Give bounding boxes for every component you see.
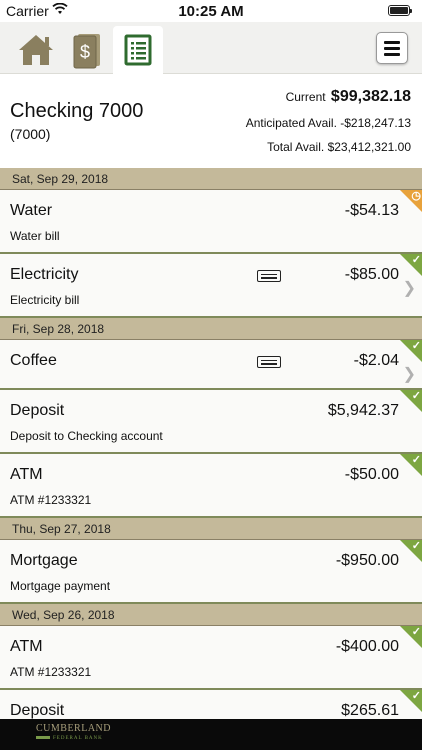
tab-home[interactable] — [13, 26, 59, 74]
transaction-amount: -$50.00 — [344, 466, 399, 483]
total-balance: Total Avail. $23,412,321.00 — [267, 140, 411, 154]
transaction-memo: Water bill — [10, 229, 60, 243]
checkmark-icon: ✓ — [411, 254, 421, 266]
transaction-name: Electricity — [10, 266, 79, 283]
transaction-memo: Electricity bill — [10, 293, 80, 307]
transaction-row[interactable]: Water Water bill -$54.13 ◷ — [0, 190, 422, 254]
date-header: Wed, Sep 26, 2018 — [0, 604, 422, 626]
clock: 10:25 AM — [178, 3, 244, 20]
account-summary: Checking 7000 (7000) Current $99,382.18 … — [0, 74, 422, 168]
transaction-row[interactable]: Coffee -$2.04 ❯ ✓ — [0, 340, 422, 390]
transaction-name: Deposit — [10, 402, 65, 419]
transaction-memo: Mortgage payment — [10, 579, 111, 593]
transaction-name: Coffee — [10, 352, 57, 369]
clock-icon: ◷ — [411, 190, 421, 202]
transaction-memo: ATM #1233321 — [10, 665, 92, 679]
checkmark-icon: ✓ — [411, 540, 421, 552]
transaction-row[interactable]: ATM ATM #1233321 -$50.00 ✓ — [0, 454, 422, 518]
svg-text:$: $ — [80, 42, 90, 62]
tab-ledger[interactable] — [113, 26, 163, 74]
transaction-row[interactable]: ATM ATM #1233321 -$400.00 ✓ — [0, 626, 422, 690]
transaction-list[interactable]: Sat, Sep 29, 2018 Water Water bill -$54.… — [0, 168, 422, 719]
transaction-amount: $5,942.37 — [327, 402, 399, 419]
current-balance-value: $99,382.18 — [330, 88, 411, 105]
anticipated-balance: Anticipated Avail. -$218,247.13 — [246, 116, 411, 130]
menu-button[interactable] — [376, 32, 408, 64]
checkmark-icon: ✓ — [411, 454, 421, 466]
transaction-row[interactable]: Electricity Electricity bill -$85.00 ❯ ✓ — [0, 254, 422, 318]
checkmark-icon: ✓ — [411, 390, 421, 402]
total-balance-value: $23,412,321.00 — [327, 140, 411, 154]
transaction-name: ATM — [10, 638, 43, 655]
transaction-name: Mortgage — [10, 552, 78, 569]
receipt-icon[interactable] — [257, 270, 281, 282]
anticipated-balance-label: Anticipated Avail. — [245, 116, 337, 130]
hamburger-menu-icon — [384, 40, 400, 44]
transaction-amount: -$950.00 — [335, 552, 399, 569]
transaction-amount: -$54.13 — [344, 202, 399, 219]
account-ledger-icon — [124, 34, 152, 66]
home-icon — [19, 35, 53, 65]
date-header: Thu, Sep 27, 2018 — [0, 518, 422, 540]
battery-icon — [388, 5, 412, 16]
transaction-row[interactable]: Mortgage Mortgage payment -$950.00 ✓ — [0, 540, 422, 604]
current-balance: Current $99,382.18 — [286, 88, 411, 106]
account-number: (7000) — [10, 126, 51, 142]
bank-footer: CUMBERLAND FEDERAL BANK — [0, 719, 422, 750]
transaction-name: ATM — [10, 466, 43, 483]
anticipated-balance-value: -$218,247.13 — [340, 116, 411, 130]
total-balance-label: Total Avail. — [267, 140, 325, 154]
bank-logo: CUMBERLAND FEDERAL BANK — [36, 723, 112, 741]
transaction-name: Deposit — [10, 702, 65, 719]
transaction-row[interactable]: Deposit Deposit to Checking account $5,9… — [0, 390, 422, 454]
transaction-amount: -$2.04 — [353, 352, 399, 369]
transaction-row[interactable]: Deposit $265.61 ✓ — [0, 690, 422, 719]
account-title: Checking 7000 — [10, 100, 144, 122]
transaction-name: Water — [10, 202, 53, 219]
checkmark-icon: ✓ — [411, 690, 421, 702]
checkmark-icon: ✓ — [411, 340, 421, 352]
date-header: Fri, Sep 28, 2018 — [0, 318, 422, 340]
transaction-memo: Deposit to Checking account — [10, 429, 163, 443]
transaction-amount: -$85.00 — [344, 266, 399, 283]
transaction-amount: $265.61 — [341, 702, 399, 719]
chevron-right-icon: ❯ — [402, 366, 416, 383]
transaction-memo: ATM #1233321 — [10, 493, 92, 507]
current-balance-label: Current — [285, 90, 326, 104]
tab-transfers[interactable]: $ — [63, 26, 109, 74]
checkmark-icon: ✓ — [411, 626, 421, 638]
transaction-amount: -$400.00 — [335, 638, 399, 655]
date-header: Sat, Sep 29, 2018 — [0, 168, 422, 190]
status-bar: Carrier 10:25 AM — [0, 0, 422, 22]
receipt-icon[interactable] — [257, 356, 281, 368]
top-nav-bar: $ — [0, 22, 422, 74]
chevron-right-icon: ❯ — [402, 280, 416, 297]
money-transfer-icon: $ — [73, 34, 100, 69]
